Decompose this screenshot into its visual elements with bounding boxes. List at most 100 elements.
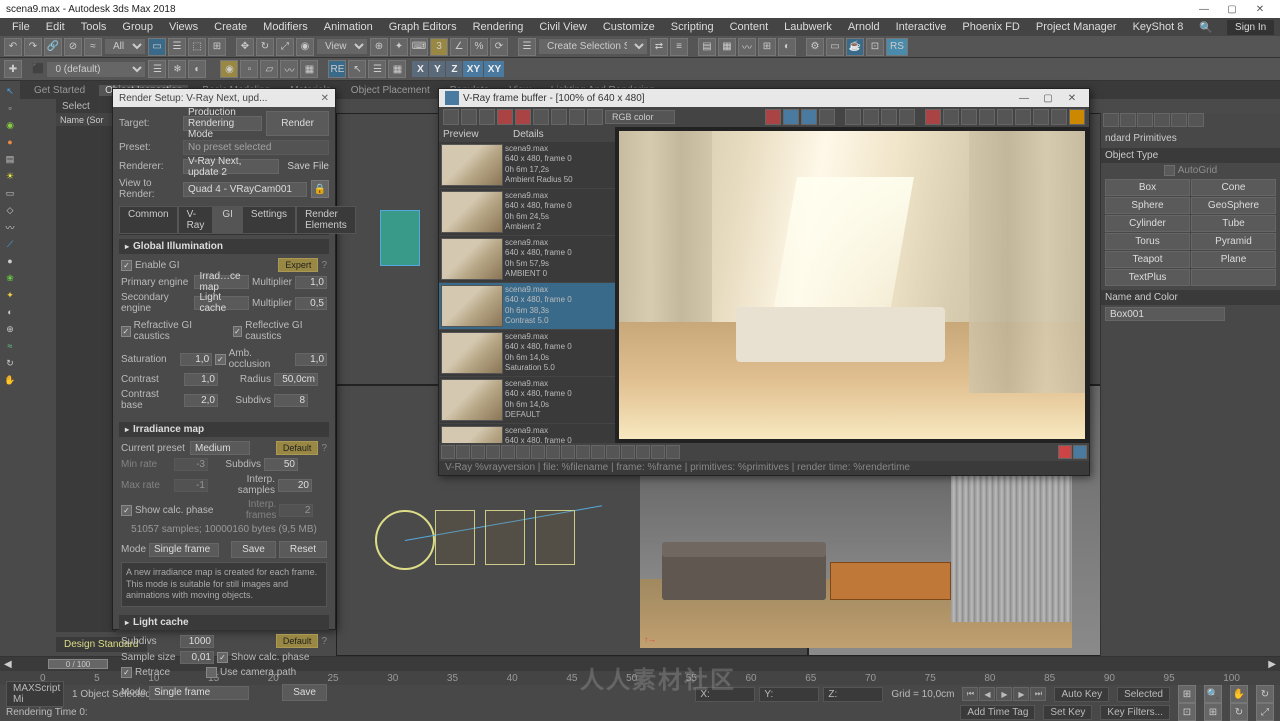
primitive-box[interactable]: Box: [1105, 179, 1190, 196]
re-button[interactable]: RE: [328, 60, 346, 78]
pan-button[interactable]: ✋: [1230, 685, 1248, 703]
unlink-button[interactable]: ⊘: [64, 38, 82, 56]
percent-snap-button[interactable]: %: [470, 38, 488, 56]
menu-group[interactable]: Group: [114, 21, 161, 33]
im-default-button[interactable]: Default: [276, 441, 319, 455]
im-rollout-header[interactable]: Irradiance map: [119, 422, 329, 437]
nav3-button[interactable]: ↻: [1230, 703, 1248, 721]
coord-z[interactable]: Z:: [823, 687, 883, 702]
fb-cc-icon[interactable]: [1058, 445, 1072, 459]
reflective-checkbox[interactable]: ✓: [233, 326, 243, 337]
interp-input[interactable]: 20: [278, 479, 312, 492]
tab-settings[interactable]: Settings: [242, 206, 296, 234]
axis-z[interactable]: Z: [446, 61, 462, 77]
fb-history-item[interactable]: scena9.max640 x 480, frame 00h 6m 14,0sS…: [439, 330, 615, 377]
ao-input[interactable]: 1,0: [295, 353, 327, 366]
im-save-button[interactable]: Save: [231, 541, 276, 558]
spline-icon[interactable]: 〰: [1, 219, 19, 235]
menu-create[interactable]: Create: [206, 21, 255, 33]
menu-keyshot[interactable]: KeyShot 8: [1125, 21, 1192, 33]
menu-scripting[interactable]: Scripting: [663, 21, 722, 33]
refractive-checkbox[interactable]: ✓: [121, 326, 131, 337]
prev-frame-button[interactable]: ◀: [979, 687, 995, 701]
play-button[interactable]: ▶: [996, 687, 1012, 701]
cursor-icon[interactable]: ↖: [1, 83, 19, 99]
list-button[interactable]: ☰: [368, 60, 386, 78]
nav2-button[interactable]: ⊞: [1204, 703, 1222, 721]
sun-icon[interactable]: ✦: [1, 287, 19, 303]
fb-titlebar[interactable]: V-Ray frame buffer - [100% of 640 x 480]…: [439, 89, 1089, 107]
layer-hide-button[interactable]: ◐: [188, 60, 206, 78]
manipulate-button[interactable]: ✦: [390, 38, 408, 56]
fb-history-item[interactable]: scena9.max640 x 480, frame 00h 6m 14,0sD…: [439, 377, 615, 424]
fb-minimize-button[interactable]: —: [1013, 93, 1035, 104]
window-crossing-button[interactable]: ⊞: [208, 38, 226, 56]
lc-rollout-header[interactable]: Light cache: [119, 615, 329, 630]
poly-button[interactable]: ▱: [260, 60, 278, 78]
fb-g-icon[interactable]: [515, 109, 531, 125]
im-preset-dropdown[interactable]: Medium: [190, 441, 250, 455]
lc-sample-input[interactable]: 0,01: [180, 651, 214, 664]
primitive-tube[interactable]: Tube: [1191, 215, 1276, 232]
fb-b2[interactable]: [456, 445, 470, 459]
layer-new-button[interactable]: ✚: [4, 60, 22, 78]
object-name-input[interactable]: [1105, 307, 1225, 321]
goto-end-button[interactable]: ⏭: [1030, 687, 1046, 701]
primitive-plane[interactable]: Plane: [1191, 251, 1276, 268]
fb-b8[interactable]: [546, 445, 560, 459]
zoom-button[interactable]: 🔍: [1204, 685, 1222, 703]
tab-hierarchy-icon[interactable]: [1137, 113, 1153, 127]
tool-icon[interactable]: ▫: [1, 100, 19, 116]
geo-icon[interactable]: ◐: [1, 304, 19, 320]
menu-projectmanager[interactable]: Project Manager: [1028, 21, 1125, 33]
snap-icon[interactable]: ⊕: [1, 321, 19, 337]
axis-x[interactable]: X: [412, 61, 428, 77]
keyfilters-button[interactable]: Key Filters...: [1100, 705, 1170, 720]
fb-ipr-icon[interactable]: [801, 109, 817, 125]
nav1-button[interactable]: ⊡: [1178, 703, 1196, 721]
tab-common[interactable]: Common: [119, 206, 178, 234]
fb-tool3-icon[interactable]: [881, 109, 897, 125]
primitive-torus[interactable]: Torus: [1105, 233, 1190, 250]
fb-b6[interactable]: [516, 445, 530, 459]
fb-tool7-icon[interactable]: [961, 109, 977, 125]
fb-r-icon[interactable]: [497, 109, 513, 125]
state-sets-button[interactable]: ⊡: [866, 38, 884, 56]
menu-grapheditors[interactable]: Graph Editors: [381, 21, 465, 33]
next-frame-button[interactable]: ▶: [1013, 687, 1029, 701]
primitive-cone[interactable]: Cone: [1191, 179, 1276, 196]
fb-stop-icon[interactable]: [819, 109, 835, 125]
menu-file[interactable]: File: [4, 21, 38, 33]
lock-view-button[interactable]: 🔒: [311, 180, 329, 198]
fb-tool1-icon[interactable]: [845, 109, 861, 125]
contrast-input[interactable]: 1,0: [184, 373, 218, 386]
snap-toggle-button[interactable]: 3: [430, 38, 448, 56]
fb-tool13-icon[interactable]: [1069, 109, 1085, 125]
material-editor-button[interactable]: ◐: [778, 38, 796, 56]
primitive-cylinder[interactable]: Cylinder: [1105, 215, 1190, 232]
render-production-button[interactable]: ☕: [846, 38, 864, 56]
layer-freeze-button[interactable]: ❄: [168, 60, 186, 78]
fb-maximize-button[interactable]: ▢: [1037, 93, 1059, 104]
subdivs-input[interactable]: 8: [274, 394, 308, 407]
tab-motion-icon[interactable]: [1154, 113, 1170, 127]
fb-tool12-icon[interactable]: [1051, 109, 1067, 125]
lc-save-button[interactable]: Save: [282, 684, 327, 701]
im-subdivs-input[interactable]: 50: [264, 458, 298, 471]
layer-explorer-button[interactable]: ☰: [148, 60, 166, 78]
secondary-engine-dropdown[interactable]: Light cache: [194, 296, 249, 310]
align-button[interactable]: ≡: [670, 38, 688, 56]
fb-b16[interactable]: [666, 445, 680, 459]
placement-button[interactable]: ◉: [296, 38, 314, 56]
rendered-frame-button[interactable]: ▭: [826, 38, 844, 56]
schematic-view-button[interactable]: ⊞: [758, 38, 776, 56]
render-setup-button[interactable]: ⚙: [806, 38, 824, 56]
fb-channel-dropdown[interactable]: RGB color: [605, 110, 675, 124]
fb-a-icon[interactable]: [551, 109, 567, 125]
tab-renderelements[interactable]: Render Elements: [296, 206, 356, 234]
menu-laubwerk[interactable]: Laubwerk: [776, 21, 840, 33]
viewto-dropdown[interactable]: Quad 4 - VRayCam001: [183, 182, 307, 197]
fb-menu-icon[interactable]: [587, 109, 603, 125]
fb-b5[interactable]: [501, 445, 515, 459]
target-dropdown[interactable]: Production Rendering Mode: [183, 116, 262, 131]
